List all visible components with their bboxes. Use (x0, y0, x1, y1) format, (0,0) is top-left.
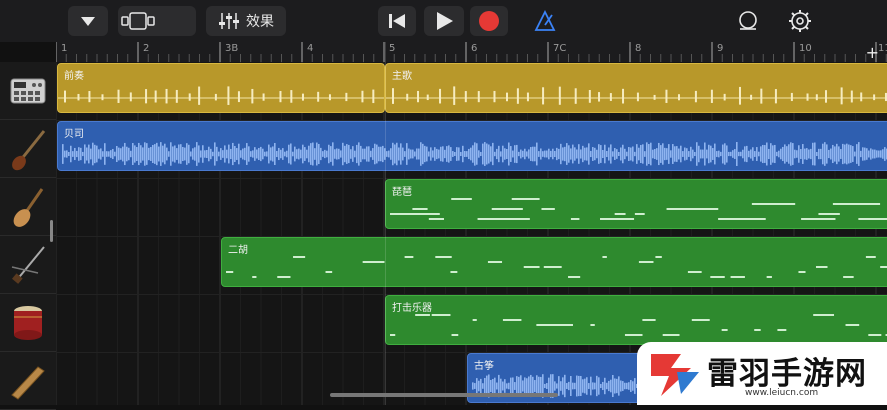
record-button[interactable] (470, 6, 508, 36)
region-bass[interactable]: 贝司 (57, 121, 887, 171)
ruler-label: 3B (225, 43, 239, 54)
ruler-label: 10 (799, 43, 812, 54)
drum-icon (14, 305, 42, 340)
settings-button[interactable] (782, 6, 818, 36)
track-header-guzheng[interactable] (0, 352, 56, 410)
browser-dropdown-button[interactable] (68, 6, 108, 36)
track-header-pipa[interactable] (0, 178, 56, 236)
tracks-view-icon (121, 12, 155, 30)
region-percussion[interactable]: 打击乐器 (385, 295, 887, 345)
timeline-ruler[interactable]: 1 2 3B 4 5 6 7C 8 9 10 11 (56, 42, 887, 63)
go-to-start-button[interactable] (378, 6, 416, 36)
guzheng-icon (11, 365, 45, 400)
play-button[interactable] (424, 6, 464, 36)
loop-icon (739, 11, 757, 30)
drum-machine-icon (10, 78, 46, 103)
add-section-button[interactable]: + (866, 43, 879, 62)
ruler-label: 11 (878, 43, 887, 54)
section-divider (385, 42, 386, 405)
track-header-erhu[interactable] (0, 236, 56, 294)
loop-button[interactable] (730, 6, 766, 36)
region-waveform (62, 142, 887, 166)
record-icon (479, 11, 499, 31)
watermark-logo-icon (651, 354, 699, 396)
region-intro[interactable]: 前奏 (57, 63, 385, 113)
track-header-bass[interactable] (0, 120, 56, 178)
metronome-icon (534, 10, 556, 31)
watermark: 雷羽手游网 www.leiucn.com (637, 342, 887, 405)
track-header-drums[interactable] (0, 62, 56, 120)
pipa-icon (13, 187, 44, 227)
track-headers (0, 62, 56, 410)
watermark-url: www.leiucn.com (745, 388, 819, 398)
erhu-icon (11, 245, 45, 284)
region-midi-notes (226, 256, 887, 278)
ruler-label: 5 (389, 43, 396, 54)
horizontal-scrollbar[interactable] (330, 393, 558, 397)
play-icon (437, 12, 453, 30)
ruler-label: 6 (471, 43, 478, 54)
mixer-icon (219, 13, 239, 29)
region-midi-notes (390, 314, 887, 336)
browser-dropdown-icon (81, 17, 95, 26)
watermark-title: 雷羽手游网 (707, 356, 867, 392)
tracks-view-button[interactable] (118, 6, 196, 36)
metronome-button[interactable] (526, 6, 564, 36)
bass-guitar-icon (12, 129, 46, 170)
region-midi-notes (390, 198, 887, 220)
effects-label: 效果 (246, 14, 274, 30)
track-header-percussion[interactable] (0, 294, 56, 352)
ruler-label: 9 (717, 43, 724, 54)
ruler-label: 1 (61, 43, 68, 54)
ruler-label: 8 (635, 43, 642, 54)
track-resize-handle[interactable] (50, 220, 53, 242)
region-erhu[interactable]: 二胡 (221, 237, 887, 287)
ruler-label: 7C (553, 43, 567, 54)
region-pipa[interactable]: 琵琶 (385, 179, 887, 229)
go-to-start-icon (389, 14, 405, 28)
ruler-label: 2 (143, 43, 150, 54)
region-waveform (58, 86, 384, 105)
mixer-effects-button[interactable]: 效果 (206, 6, 286, 36)
settings-icon (789, 10, 811, 32)
region-waveform (386, 86, 887, 105)
toolbar: 效果 (0, 0, 887, 42)
region-verse[interactable]: 主歌 (385, 63, 887, 113)
ruler-label: 4 (307, 43, 314, 54)
